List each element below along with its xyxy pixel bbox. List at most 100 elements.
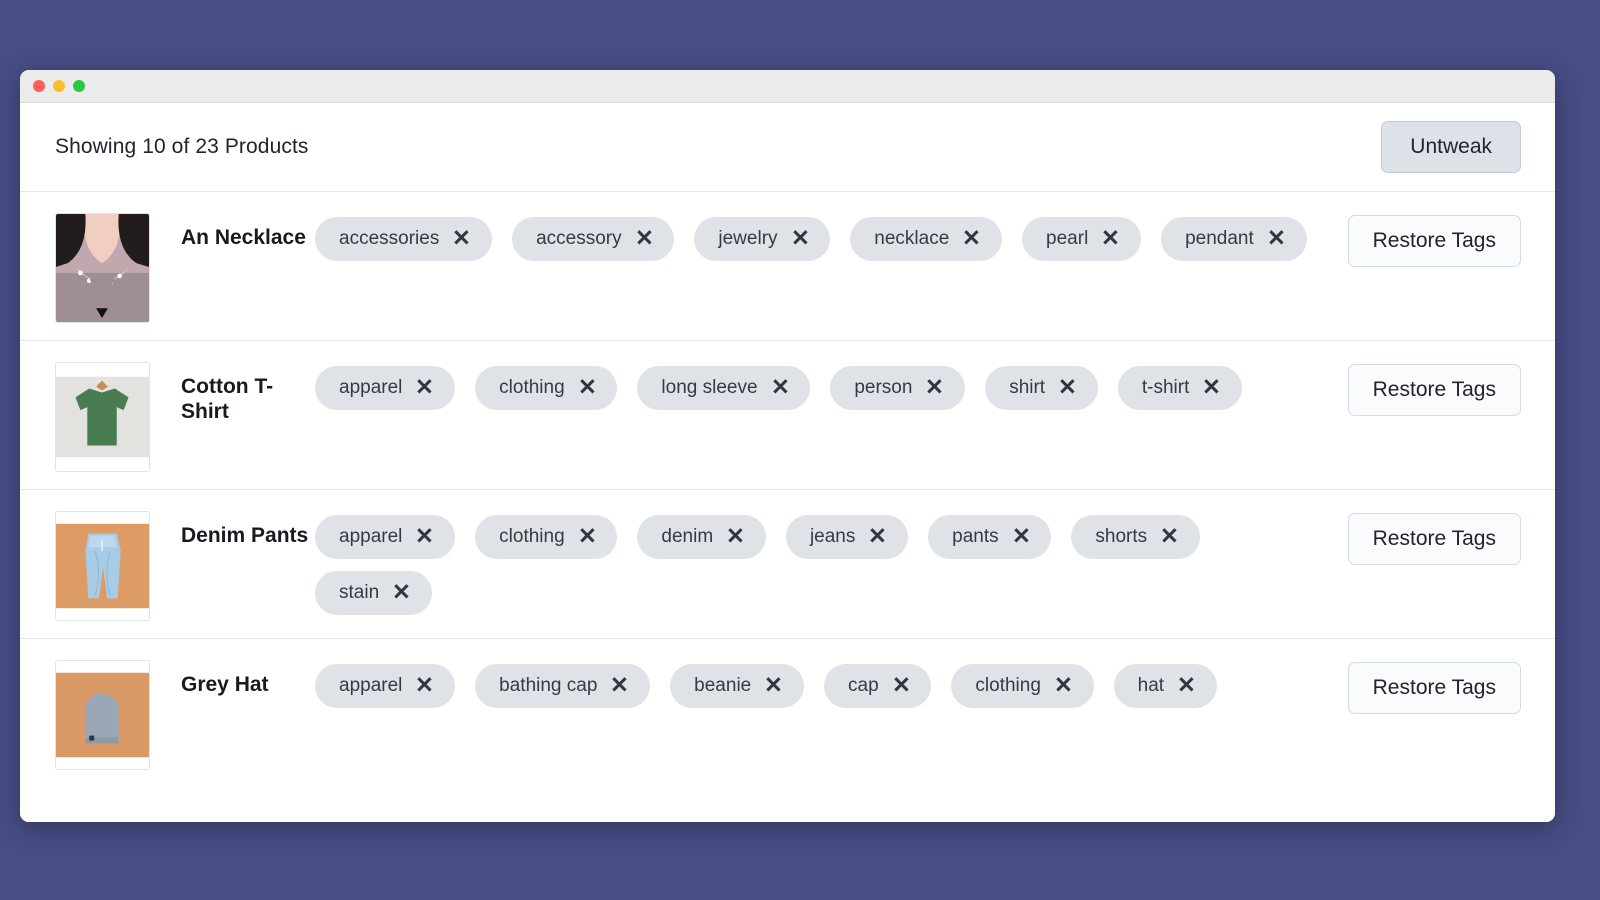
restore-tags-container: Restore Tags: [1321, 507, 1521, 566]
tag-label: apparel: [339, 526, 403, 547]
tag-label: pants: [952, 526, 999, 547]
desktop-background: Showing 10 of 23 Products Untweak An Nec…: [0, 0, 1600, 900]
product-list: An Necklace accessories ✕ accessory ✕ jewelry…: [20, 192, 1555, 822]
remove-tag-icon[interactable]: ✕: [868, 526, 887, 548]
product-count-label: Showing 10 of 23 Products: [55, 135, 309, 158]
restore-tags-button[interactable]: Restore Tags: [1347, 513, 1521, 566]
remove-tag-icon[interactable]: ✕: [726, 526, 745, 548]
product-row: Denim Pants apparel ✕ clothing ✕ denim ✕ jeans ✕…: [20, 490, 1555, 639]
tag-label: beanie: [694, 675, 752, 696]
app-window: Showing 10 of 23 Products Untweak An Nec…: [20, 70, 1555, 822]
remove-tag-icon[interactable]: ✕: [1177, 675, 1196, 697]
tag-label: shorts: [1095, 526, 1148, 547]
remove-tag-icon[interactable]: ✕: [925, 377, 944, 399]
product-row: Cotton T-Shirt apparel ✕ clothing ✕ long slee…: [20, 341, 1555, 490]
traffic-lights: [33, 80, 85, 92]
remove-tag-icon[interactable]: ✕: [415, 526, 434, 548]
tag-label: clothing: [499, 377, 565, 398]
restore-tags-button[interactable]: Restore Tags: [1347, 662, 1521, 715]
tag-pill[interactable]: necklace ✕: [850, 217, 1003, 261]
tag-label: t-shirt: [1141, 377, 1190, 398]
tag-pill[interactable]: accessories ✕: [315, 217, 493, 261]
tag-pill[interactable]: apparel ✕: [315, 366, 456, 410]
tag-label: jewelry: [718, 228, 778, 249]
tag-pill[interactable]: hat ✕: [1113, 664, 1217, 708]
tag-pill[interactable]: apparel ✕: [315, 664, 456, 708]
minimize-window-icon[interactable]: [53, 80, 65, 92]
tag-label: accessory: [536, 228, 622, 249]
tag-label: jeans: [809, 526, 856, 547]
tag-pill[interactable]: beanie ✕: [670, 664, 804, 708]
remove-tag-icon[interactable]: ✕: [578, 377, 597, 399]
tag-label: denim: [661, 526, 714, 547]
product-thumbnail: [55, 362, 150, 472]
remove-tag-icon[interactable]: ✕: [1012, 526, 1031, 548]
tag-pill[interactable]: long sleeve ✕: [637, 366, 811, 410]
app-content: Showing 10 of 23 Products Untweak An Nec…: [20, 103, 1555, 822]
toolbar: Showing 10 of 23 Products Untweak: [20, 103, 1555, 192]
remove-tag-icon[interactable]: ✕: [892, 675, 911, 697]
product-thumbnail: [55, 213, 150, 323]
tag-pill[interactable]: clothing ✕: [475, 515, 618, 559]
remove-tag-icon[interactable]: ✕: [791, 228, 810, 250]
remove-tag-icon[interactable]: ✕: [1054, 675, 1073, 697]
tag-pill[interactable]: denim ✕: [637, 515, 766, 559]
remove-tag-icon[interactable]: ✕: [578, 526, 597, 548]
tag-pill[interactable]: t-shirt ✕: [1117, 366, 1243, 410]
tag-pill[interactable]: clothing ✕: [475, 366, 618, 410]
restore-tags-button[interactable]: Restore Tags: [1347, 364, 1521, 417]
tag-pill[interactable]: pendant ✕: [1161, 217, 1307, 261]
tag-label: necklace: [874, 228, 950, 249]
product-name: Denim Pants: [181, 524, 309, 547]
maximize-window-icon[interactable]: [73, 80, 85, 92]
tag-label: bathing cap: [499, 675, 598, 696]
tag-label: apparel: [339, 377, 403, 398]
restore-tags-container: Restore Tags: [1321, 656, 1521, 715]
product-name: Cotton T-Shirt: [181, 375, 274, 424]
product-tag-list: accessories ✕ accessory ✕ jewelry ✕ necklace ✕ p…: [315, 209, 1321, 261]
tag-label: clothing: [499, 526, 565, 547]
remove-tag-icon[interactable]: ✕: [1202, 377, 1221, 399]
tag-label: shirt: [1009, 377, 1046, 398]
remove-tag-icon[interactable]: ✕: [635, 228, 654, 250]
remove-tag-icon[interactable]: ✕: [764, 675, 783, 697]
tag-pill[interactable]: stain ✕: [315, 571, 432, 615]
remove-tag-icon[interactable]: ✕: [1267, 228, 1286, 250]
tag-label: cap: [848, 675, 879, 696]
tag-pill[interactable]: jeans ✕: [785, 515, 909, 559]
tag-pill[interactable]: accessory ✕: [512, 217, 675, 261]
remove-tag-icon[interactable]: ✕: [962, 228, 981, 250]
tag-pill[interactable]: clothing ✕: [951, 664, 1094, 708]
close-window-icon[interactable]: [33, 80, 45, 92]
product-tag-list: apparel ✕ clothing ✕ long sleeve ✕ person ✕ shir…: [315, 358, 1321, 410]
tag-pill[interactable]: pearl ✕: [1022, 217, 1142, 261]
tag-pill[interactable]: person ✕: [830, 366, 966, 410]
tag-pill[interactable]: jewelry ✕: [694, 217, 831, 261]
tag-pill[interactable]: apparel ✕: [315, 515, 456, 559]
remove-tag-icon[interactable]: ✕: [1101, 228, 1120, 250]
remove-tag-icon[interactable]: ✕: [452, 228, 471, 250]
restore-tags-container: Restore Tags: [1321, 209, 1521, 268]
remove-tag-icon[interactable]: ✕: [392, 582, 411, 604]
remove-tag-icon[interactable]: ✕: [415, 675, 434, 697]
tag-pill[interactable]: bathing cap ✕: [475, 664, 651, 708]
remove-tag-icon[interactable]: ✕: [415, 377, 434, 399]
tag-label: stain: [339, 582, 380, 603]
remove-tag-icon[interactable]: ✕: [1058, 377, 1077, 399]
remove-tag-icon[interactable]: ✕: [610, 675, 629, 697]
tag-label: clothing: [975, 675, 1041, 696]
product-tag-list: apparel ✕ bathing cap ✕ beanie ✕ cap ✕ clothing ✕…: [315, 656, 1321, 708]
window-titlebar: [20, 70, 1555, 103]
untweak-button[interactable]: Untweak: [1381, 120, 1521, 174]
product-thumbnail: [55, 660, 150, 770]
tag-label: long sleeve: [661, 377, 758, 398]
product-thumbnail: [55, 511, 150, 621]
tag-pill[interactable]: shirt ✕: [985, 366, 1098, 410]
remove-tag-icon[interactable]: ✕: [1160, 526, 1179, 548]
remove-tag-icon[interactable]: ✕: [771, 377, 790, 399]
tag-pill[interactable]: pants ✕: [928, 515, 1052, 559]
tag-label: pendant: [1185, 228, 1254, 249]
tag-pill[interactable]: cap ✕: [824, 664, 932, 708]
restore-tags-button[interactable]: Restore Tags: [1347, 215, 1521, 268]
tag-pill[interactable]: shorts ✕: [1071, 515, 1200, 559]
